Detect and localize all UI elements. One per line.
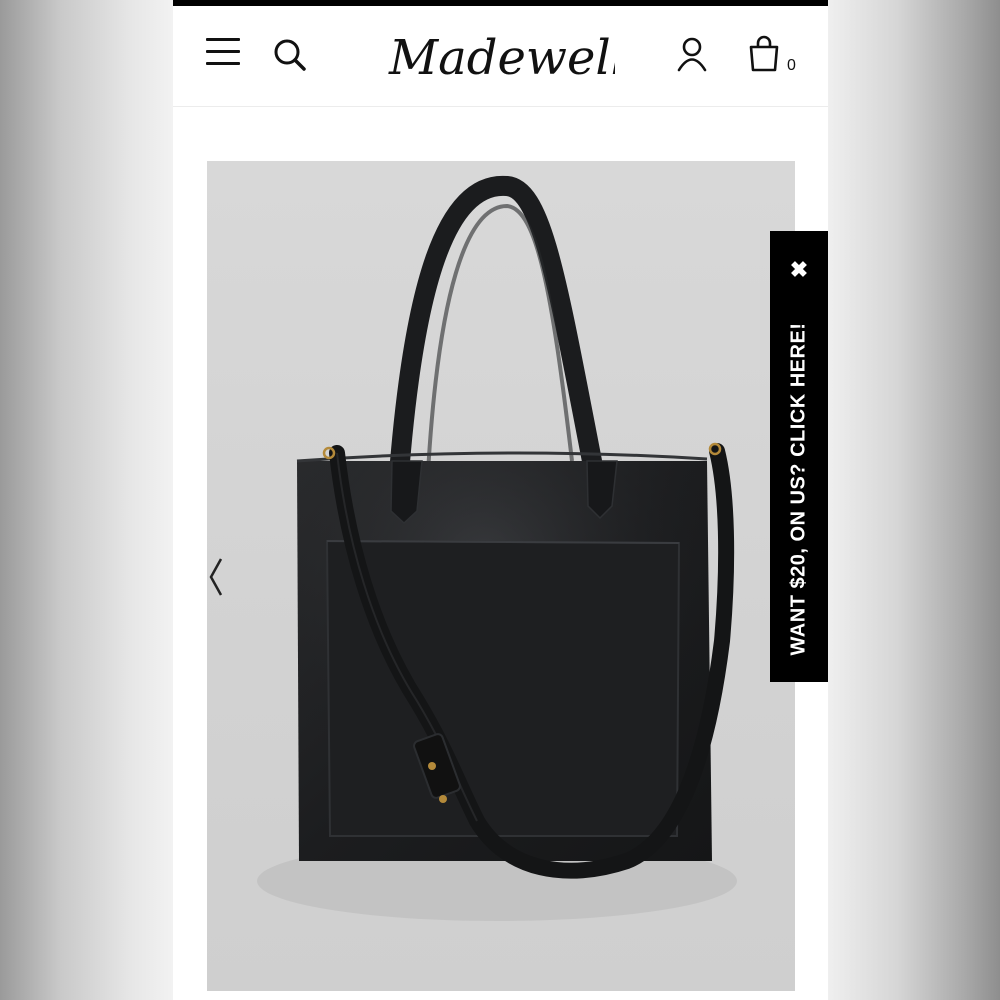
mobile-page: Madewell 0 [173, 0, 828, 1000]
site-header: Madewell 0 [173, 6, 828, 107]
background-right [828, 0, 1000, 1000]
promo-text[interactable]: WANT $20, ON US? CLICK HERE! [788, 323, 811, 656]
menu-icon[interactable] [206, 38, 242, 68]
account-icon[interactable] [675, 36, 709, 72]
svg-text:Madewell: Madewell [388, 30, 615, 86]
search-icon[interactable] [272, 37, 308, 73]
promo-tab[interactable]: ✖ WANT $20, ON US? CLICK HERE! [770, 231, 828, 682]
previous-image-arrow-icon[interactable] [207, 555, 223, 599]
brand-logo[interactable]: Madewell [385, 24, 626, 94]
background-left [0, 0, 173, 1000]
product-image[interactable] [207, 161, 795, 991]
bag-count: 0 [787, 57, 796, 74]
shopping-bag-icon[interactable] [747, 35, 781, 73]
close-icon[interactable]: ✖ [788, 259, 810, 281]
